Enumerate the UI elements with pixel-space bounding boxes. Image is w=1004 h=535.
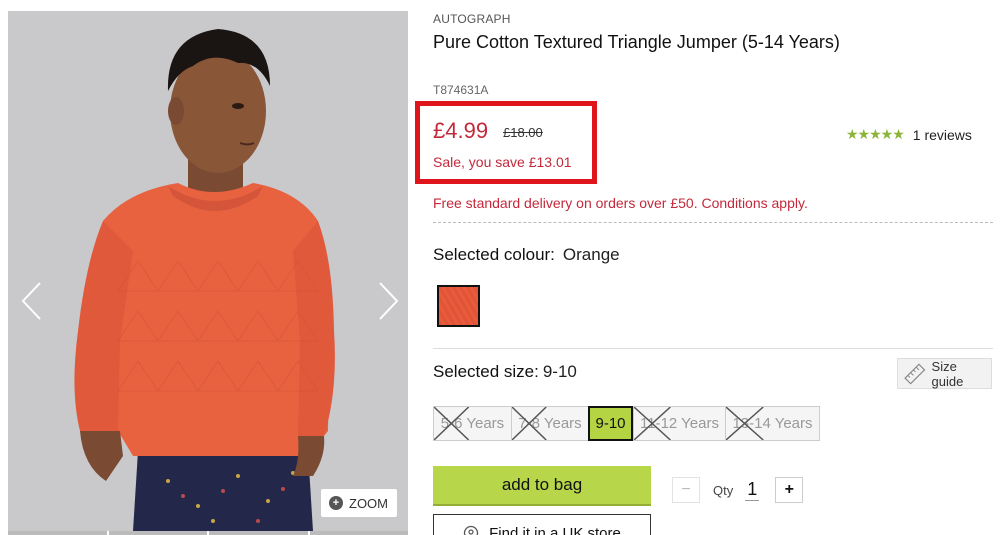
reviews-link[interactable]: ★★★★★ 1 reviews	[846, 126, 972, 143]
unavailable-cross-icon	[634, 407, 725, 440]
star-rating-icon: ★★★★★	[846, 126, 905, 142]
size-guide-label: Size guide	[931, 358, 964, 389]
selected-colour-label: Selected colour: Orange	[433, 245, 620, 265]
size-option-11-12[interactable]: 11-12 Years	[633, 406, 726, 441]
unavailable-cross-icon	[726, 407, 819, 440]
colour-swatch-orange[interactable]	[437, 285, 480, 327]
size-option-7-8[interactable]: 7-8 Years	[511, 406, 589, 441]
add-to-bag-button[interactable]: add to bag	[433, 466, 651, 506]
find-in-store-button[interactable]: Find it in a UK store	[433, 514, 651, 535]
thumbnail[interactable]	[209, 531, 308, 535]
size-option-label: 9-10	[595, 415, 626, 432]
size-option-5-6[interactable]: 5-6 Years	[433, 406, 512, 441]
delivery-info: Free standard delivery on orders over £5…	[433, 195, 808, 211]
product-brand: AUTOGRAPH	[433, 12, 511, 26]
reviews-count: 1 reviews	[912, 126, 972, 143]
previous-image-arrow-icon[interactable]	[20, 281, 44, 321]
quantity-decrease-button[interactable]: −	[672, 477, 700, 503]
find-in-store-label: Find it in a UK store	[489, 525, 621, 535]
colour-label-text: Selected colour:	[433, 245, 555, 264]
divider	[433, 348, 993, 349]
size-value: 9-10	[542, 362, 577, 381]
size-guide-button[interactable]: Size guide	[897, 358, 992, 389]
zoom-button[interactable]: + ZOOM	[321, 489, 397, 517]
unavailable-cross-icon	[434, 407, 511, 440]
thumbnail-strip	[8, 531, 408, 535]
selected-size-label: Selected size: 9-10	[433, 362, 577, 382]
size-label-text: Selected size:	[433, 362, 539, 381]
size-options: 5-6 Years 7-8 Years 9-10 11-12 Years 13-…	[433, 406, 820, 441]
size-option-9-10[interactable]: 9-10	[588, 406, 633, 441]
quantity-label: Qty	[713, 482, 734, 498]
divider	[433, 222, 993, 223]
quantity-input[interactable]	[745, 479, 760, 501]
zoom-label: ZOOM	[349, 495, 388, 511]
thumbnail[interactable]	[8, 531, 107, 535]
quantity-increase-button[interactable]: +	[775, 477, 804, 503]
unavailable-cross-icon	[512, 407, 588, 440]
thumbnail[interactable]	[108, 531, 207, 535]
product-photo-illustration	[74, 29, 335, 531]
colour-value: Orange	[562, 245, 620, 264]
quantity-stepper: − Qty +	[672, 477, 804, 503]
product-sku: T874631A	[433, 83, 489, 97]
sale-price: £4.99	[433, 118, 489, 143]
saving-text: Sale, you save £13.01	[433, 154, 572, 170]
next-image-arrow-icon[interactable]	[376, 281, 400, 321]
original-price: £18.00	[503, 125, 543, 140]
thumbnail[interactable]	[309, 531, 408, 535]
product-title: Pure Cotton Textured Triangle Jumper (5-…	[433, 32, 840, 52]
size-option-13-14[interactable]: 13-14 Years	[725, 406, 820, 441]
product-image[interactable]: + ZOOM	[8, 11, 408, 531]
ruler-icon	[904, 362, 926, 385]
zoom-plus-icon: +	[329, 496, 343, 510]
location-pin-icon	[463, 525, 479, 535]
